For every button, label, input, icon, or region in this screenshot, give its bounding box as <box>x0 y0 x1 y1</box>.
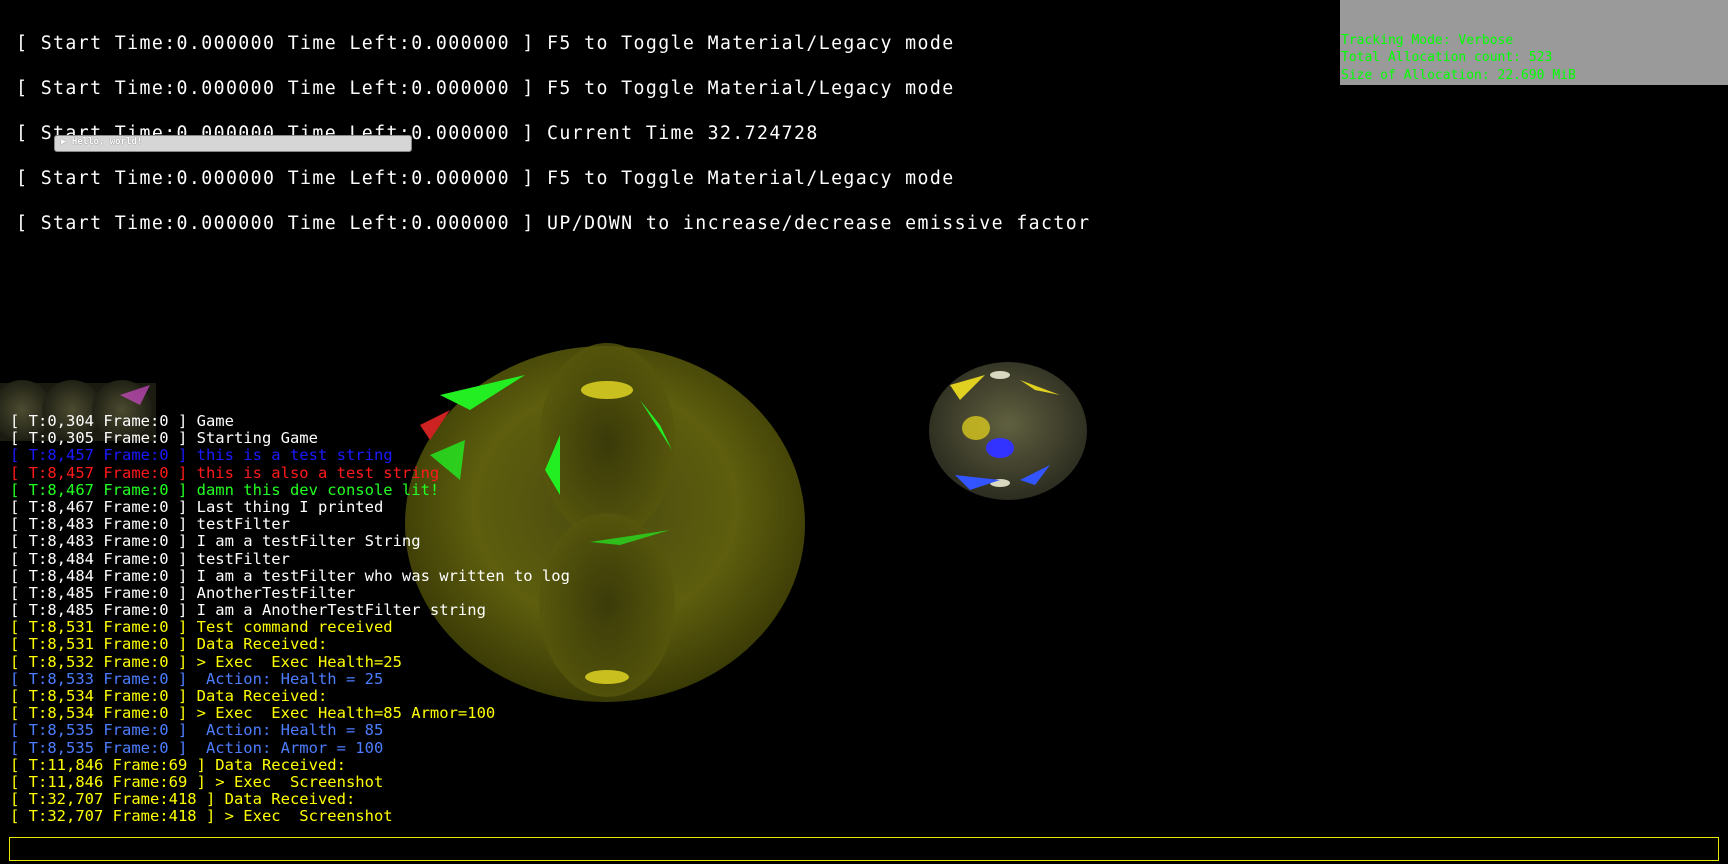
console-log-line: [ T:8,533 Frame:0 ] Action: Health = 25 <box>10 669 384 688</box>
console-log-line: [ T:8,484 Frame:0 ] I am a testFilter wh… <box>10 566 570 585</box>
console-log-line: [ T:32,707 Frame:418 ] Data Received: <box>10 790 356 809</box>
allocation-count-text: Total Allocation count: 523 <box>1341 50 1553 65</box>
console-log-line: [ T:11,846 Frame:69 ] > Exec Screenshot <box>10 772 384 791</box>
console-log-line: [ T:8,457 Frame:0 ] this is a test strin… <box>10 446 393 465</box>
console-log-line: [ T:8,485 Frame:0 ] I am a AnotherTestFi… <box>10 601 486 620</box>
tracking-mode-text: Tracking Mode: Verbose <box>1341 33 1514 48</box>
hello-world-label: ▶ Hello, world! <box>61 137 143 147</box>
hello-world-widget[interactable]: ▶ Hello, world! <box>54 135 412 152</box>
memory-tracker-panel: Tracking Mode: Verbose Total Allocation … <box>1340 0 1728 85</box>
console-log-line: [ T:8,531 Frame:0 ] Test command receive… <box>10 618 393 637</box>
console-log-line: [ T:8,535 Frame:0 ] Action: Health = 85 <box>10 721 384 740</box>
console-input[interactable] <box>9 837 1719 861</box>
console-log-line: [ T:8,531 Frame:0 ] Data Received: <box>10 635 328 654</box>
console-log-line: [ T:11,846 Frame:69 ] Data Received: <box>10 755 346 774</box>
console-log-line: [ T:0,305 Frame:0 ] Starting Game <box>10 429 318 448</box>
allocation-size-text: Size of Allocation: 22.690 MiB <box>1341 68 1576 83</box>
hud-line: [ Start Time:0.000000 Time Left:0.000000… <box>16 213 1091 234</box>
hud-line: [ Start Time:0.000000 Time Left:0.000000… <box>16 33 955 54</box>
console-log-line: [ T:8,483 Frame:0 ] testFilter <box>10 515 290 534</box>
console-log-line: [ T:8,534 Frame:0 ] > Exec Exec Health=8… <box>10 704 496 723</box>
console-log-line: [ T:8,535 Frame:0 ] Action: Armor = 100 <box>10 738 384 757</box>
console-log-line: [ T:8,534 Frame:0 ] Data Received: <box>10 687 328 705</box>
console-log-line: [ T:8,484 Frame:0 ] testFilter <box>10 549 290 568</box>
console-log-line: [ T:0,304 Frame:0 ] Game <box>10 412 234 430</box>
console-log-line: [ T:8,467 Frame:0 ] Last thing I printed <box>10 497 384 516</box>
console-log-line: [ T:8,532 Frame:0 ] > Exec Exec Health=2… <box>10 652 402 671</box>
dev-console-log: [ T:0,304 Frame:0 ] Game[ T:0,305 Frame:… <box>10 412 570 826</box>
hud-messages: [ Start Time:0.000000 Time Left:0.000000… <box>16 6 1090 246</box>
console-log-line: [ T:8,457 Frame:0 ] this is also a test … <box>10 463 440 482</box>
hud-line: [ Start Time:0.000000 Time Left:0.000000… <box>16 78 955 99</box>
console-log-line: [ T:8,485 Frame:0 ] AnotherTestFilter <box>10 583 356 602</box>
small-sphere <box>929 362 1087 500</box>
console-log-line: [ T:8,467 Frame:0 ] damn this dev consol… <box>10 480 440 499</box>
hud-line: [ Start Time:0.000000 Time Left:0.000000… <box>16 168 955 189</box>
console-log-line: [ T:32,707 Frame:418 ] > Exec Screenshot <box>10 807 393 826</box>
console-log-line: [ T:8,483 Frame:0 ] I am a testFilter St… <box>10 532 421 551</box>
